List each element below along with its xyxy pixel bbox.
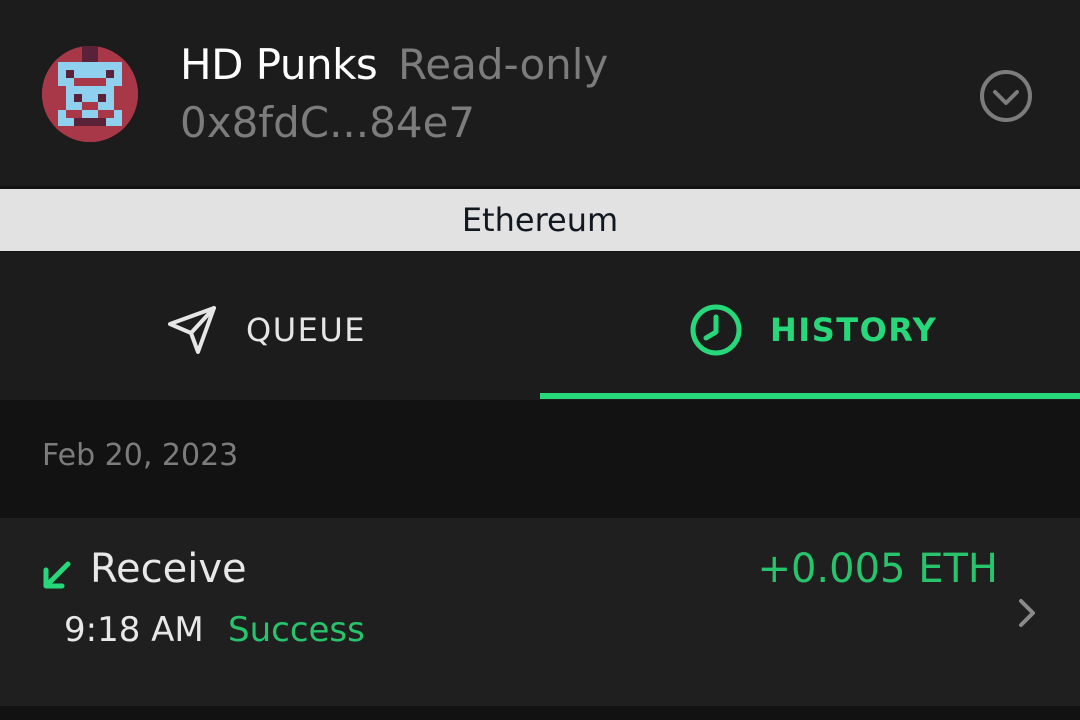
read-only-badge: Read-only: [398, 40, 609, 89]
avatar: [42, 46, 138, 142]
transaction-status: Success: [228, 610, 365, 650]
transaction-row[interactable]: Receive +0.005 ETH 9:18 AM Success: [0, 518, 1080, 706]
arrow-down-left-icon: [43, 561, 71, 589]
clock-icon: [690, 304, 742, 356]
tab-history-label: HISTORY: [770, 311, 938, 349]
active-tab-indicator: [540, 393, 1080, 399]
paper-plane-icon: [168, 306, 216, 354]
history-date-header: Feb 20, 2023: [42, 438, 239, 473]
network-bar: Ethereum: [0, 189, 1080, 251]
transaction-amount: +0.005 ETH: [757, 546, 998, 592]
network-label: Ethereum: [461, 201, 619, 239]
tab-history[interactable]: HISTORY: [540, 252, 1080, 400]
tab-queue[interactable]: QUEUE: [0, 252, 540, 400]
pixel-punk-avatar-icon: [42, 46, 138, 142]
wallet-header: HD Punks Read-only 0x8fdC...84e7: [0, 0, 1080, 186]
wallet-address[interactable]: 0x8fdC...84e7: [180, 98, 475, 147]
chevron-right-icon: [1019, 599, 1035, 627]
transaction-time: 9:18 AM: [64, 610, 204, 650]
tab-bar: QUEUE HISTORY: [0, 252, 1080, 400]
tab-queue-label: QUEUE: [246, 311, 366, 349]
wallet-name: HD Punks: [180, 40, 378, 89]
account-switcher-button[interactable]: [978, 68, 1034, 124]
chevron-down-circle-icon: [980, 70, 1032, 122]
transaction-type: Receive: [90, 546, 247, 592]
